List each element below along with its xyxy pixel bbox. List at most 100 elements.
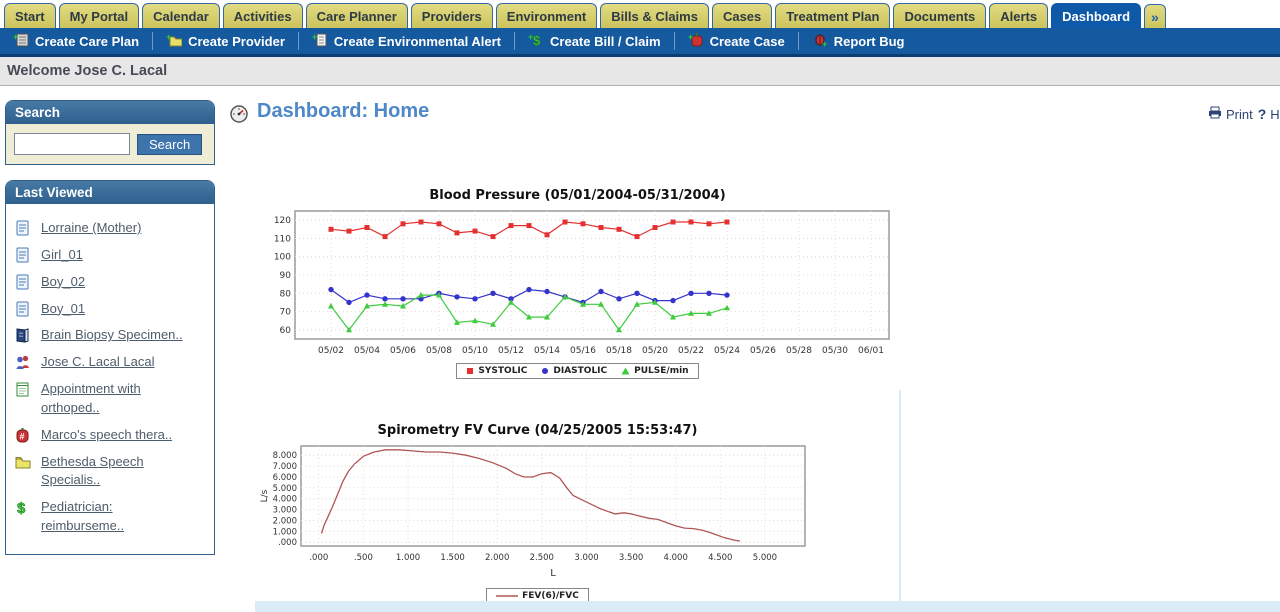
svg-text:05/12: 05/12 (498, 346, 524, 356)
create-environmental-alert-icon: + (312, 32, 328, 50)
create-bill-claim-label: Create Bill / Claim (550, 34, 661, 49)
legend-label: SYSTOLIC (478, 366, 527, 376)
dashboard-page: { "tabs": { "items": [ {"label":"Start",… (0, 0, 1280, 612)
svg-text:05/20: 05/20 (642, 346, 668, 356)
last-viewed-label: Brain Biopsy Specimen.. (41, 326, 183, 345)
svg-text:$: $ (17, 500, 26, 515)
tab-alerts[interactable]: Alerts (989, 3, 1048, 28)
svg-text:1.000: 1.000 (396, 553, 420, 563)
legend-label: DIASTOLIC (553, 366, 607, 376)
create-case-button[interactable]: + Create Case (675, 28, 798, 54)
svg-text:3.000: 3.000 (574, 553, 598, 563)
create-case-icon: + (688, 32, 704, 50)
tab-bills-claims[interactable]: Bills & Claims (600, 3, 709, 28)
report-bug-icon: + (812, 32, 828, 50)
svg-text:05/14: 05/14 (534, 346, 560, 356)
help-label: Help (1270, 107, 1280, 122)
blood-pressure-chart-title: Blood Pressure (05/01/2004-05/31/2004) (255, 185, 900, 205)
print-label: Print (1226, 107, 1253, 122)
svg-text:6.000: 6.000 (273, 473, 297, 483)
tab-my-portal[interactable]: My Portal (59, 3, 140, 28)
last-viewed-item-jose-lacal[interactable]: Jose C. Lacal Lacal (15, 353, 208, 372)
create-care-plan-label: Create Care Plan (35, 34, 139, 49)
svg-text:+: + (13, 32, 18, 42)
last-viewed-item-boy02[interactable]: Boy_02 (15, 273, 208, 292)
last-viewed-item-bethesda[interactable]: Bethesda Speech Specialis.. (15, 453, 208, 491)
help-link[interactable]: ? Help (1258, 106, 1280, 122)
last-viewed-panel: Last Viewed Lorraine (Mother) Girl_01 Bo… (5, 180, 215, 555)
svg-text:+: + (166, 32, 171, 42)
report-bug-label: Report Bug (834, 34, 905, 49)
case-red-icon: # (15, 427, 32, 443)
svg-text:05/10: 05/10 (462, 346, 488, 356)
last-viewed-item-girl01[interactable]: Girl_01 (15, 246, 208, 265)
people-icon (15, 354, 32, 370)
svg-text:L/s: L/s (260, 489, 270, 502)
last-viewed-item-appointment[interactable]: Appointment with orthoped.. (15, 380, 208, 418)
tab-activities[interactable]: Activities (223, 3, 303, 28)
svg-text:4.500: 4.500 (708, 553, 732, 563)
create-bill-claim-icon: $+ (528, 32, 544, 50)
last-viewed-item-lorraine[interactable]: Lorraine (Mother) (15, 219, 208, 238)
dollar-icon: $ (15, 499, 32, 515)
portlet-edge-line (899, 390, 901, 612)
page-title: Dashboard: Home (257, 100, 429, 123)
create-care-plan-button[interactable]: + Create Care Plan (0, 28, 152, 54)
print-link[interactable]: Print (1208, 106, 1253, 122)
svg-text:100: 100 (274, 253, 291, 263)
contact-card-icon (15, 220, 32, 236)
welcome-text: Welcome Jose C. Lacal (7, 63, 167, 79)
svg-text:60: 60 (280, 326, 292, 336)
report-bug-button[interactable]: + Report Bug (799, 28, 918, 54)
svg-text:2.000: 2.000 (273, 517, 297, 527)
line-marker-icon (496, 593, 518, 599)
portlet-bottom-strip (255, 601, 1280, 612)
last-viewed-item-pediatrician[interactable]: $ Pediatrician: reimburseme.. (15, 498, 208, 536)
question-mark-icon: ? (1258, 106, 1267, 122)
svg-text:5.000: 5.000 (753, 553, 777, 563)
last-viewed-item-boy01[interactable]: Boy_01 (15, 300, 208, 319)
svg-text:+: + (312, 32, 317, 42)
contact-card-icon (15, 247, 32, 263)
create-environmental-alert-button[interactable]: + Create Environmental Alert (299, 28, 514, 54)
svg-text:05/16: 05/16 (570, 346, 596, 356)
last-viewed-item-brain-biopsy[interactable]: Brain Biopsy Specimen.. (15, 326, 208, 345)
tab-documents[interactable]: Documents (893, 3, 986, 28)
contact-card-icon (15, 274, 32, 290)
more-tabs-button[interactable]: » (1144, 4, 1166, 28)
svg-text:3.000: 3.000 (273, 506, 297, 516)
square-marker-icon (466, 367, 474, 375)
last-viewed-label: Pediatrician: reimburseme.. (41, 498, 191, 536)
svg-text:4.000: 4.000 (273, 495, 297, 505)
tab-cases[interactable]: Cases (712, 3, 772, 28)
create-bill-claim-button[interactable]: $+ Create Bill / Claim (515, 28, 674, 54)
svg-text:05/22: 05/22 (678, 346, 704, 356)
book-icon (15, 327, 32, 343)
tab-care-planner[interactable]: Care Planner (306, 3, 408, 28)
create-environmental-alert-label: Create Environmental Alert (334, 34, 501, 49)
contact-card-icon (15, 301, 32, 317)
search-button[interactable]: Search (137, 134, 202, 155)
svg-text:05/18: 05/18 (606, 346, 632, 356)
tab-calendar[interactable]: Calendar (142, 3, 220, 28)
tab-providers[interactable]: Providers (411, 3, 493, 28)
tab-environment[interactable]: Environment (496, 3, 597, 28)
svg-text:.500: .500 (354, 553, 373, 563)
svg-text:7.000: 7.000 (273, 462, 297, 472)
last-viewed-label: Appointment with orthoped.. (41, 380, 191, 418)
blood-pressure-chart: 6070809010011012005/0205/0405/0605/0805/… (255, 205, 900, 357)
svg-text:2.500: 2.500 (530, 553, 554, 563)
tab-dashboard[interactable]: Dashboard (1051, 3, 1141, 28)
welcome-bar: Welcome Jose C. Lacal (0, 57, 1280, 86)
svg-text:05/08: 05/08 (426, 346, 452, 356)
spirometry-chart-panel: Spirometry FV Curve (04/25/2005 15:53:47… (255, 420, 820, 604)
print-help-links: Print ? Help (1208, 106, 1280, 122)
svg-text:05/26: 05/26 (750, 346, 776, 356)
create-provider-button[interactable]: + Create Provider (153, 28, 298, 54)
tab-start[interactable]: Start (4, 3, 56, 28)
legend-item-systolic: SYSTOLIC (466, 366, 527, 376)
search-input[interactable] (14, 133, 130, 155)
last-viewed-list: Lorraine (Mother) Girl_01 Boy_02 Boy_01 … (6, 204, 214, 554)
last-viewed-item-marco-speech[interactable]: # Marco's speech thera.. (15, 426, 208, 445)
tab-treatment-plan[interactable]: Treatment Plan (775, 3, 890, 28)
